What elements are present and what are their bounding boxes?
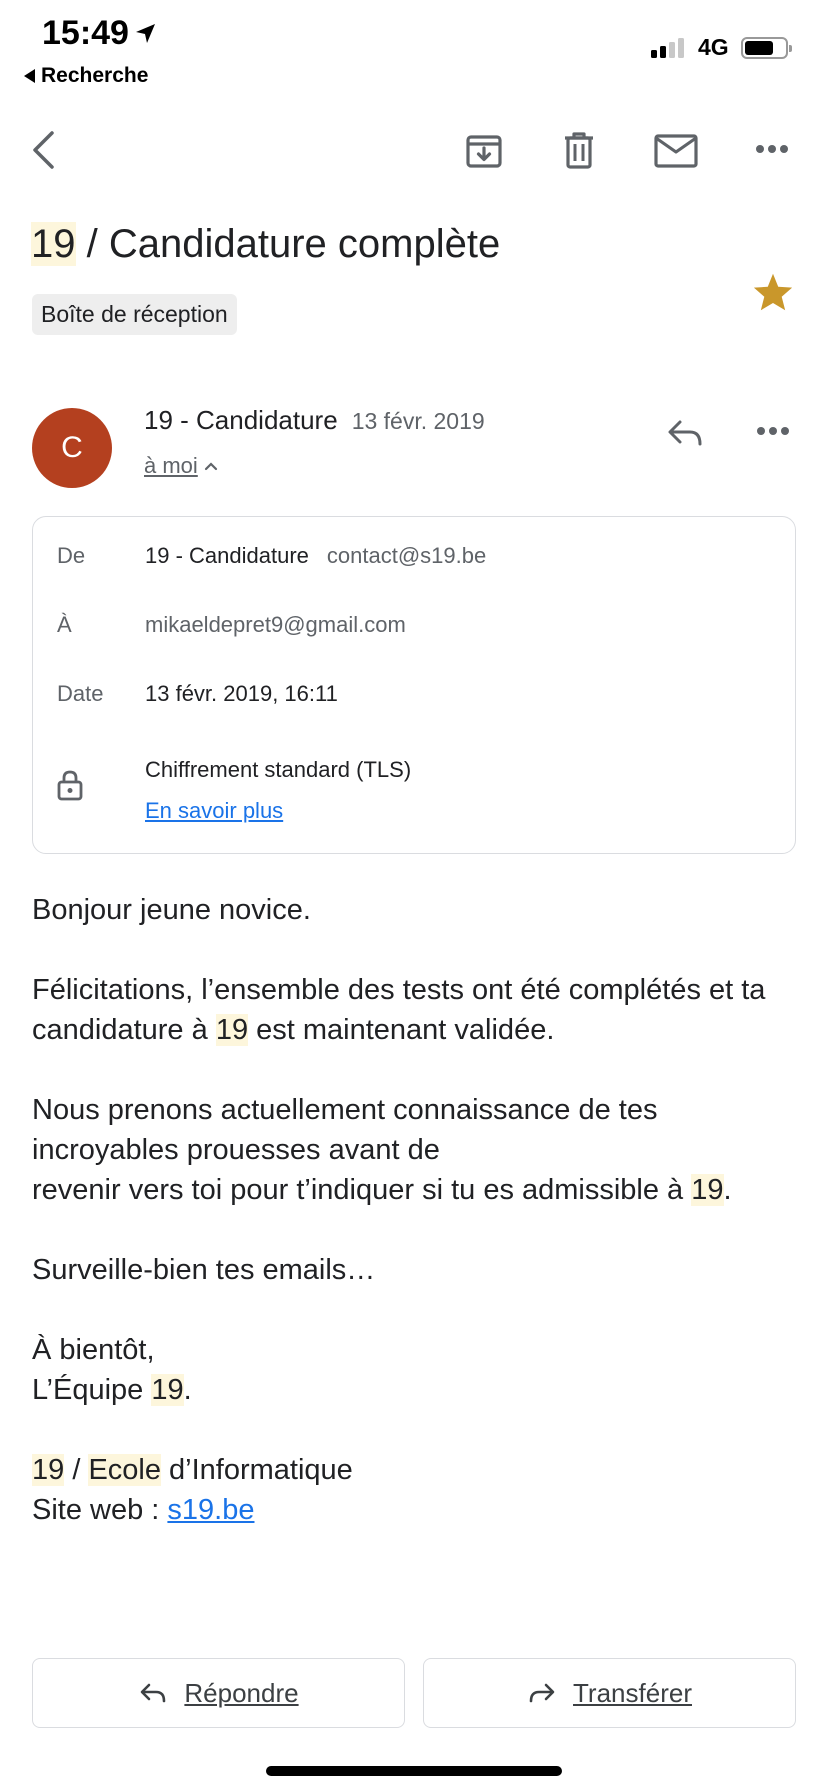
location-arrow-icon <box>134 22 158 46</box>
email-date: 13 févr. 2019 <box>351 408 485 434</box>
signal-icon <box>651 38 684 58</box>
encryption-text: Chiffrement standard (TLS) <box>145 757 412 782</box>
body-paragraph-3: Nous prenons actuellement connaissance d… <box>32 1090 802 1210</box>
p3-text-b: revenir vers toi pour t’indiquer si tu e… <box>32 1174 692 1206</box>
trash-icon[interactable] <box>562 130 596 170</box>
back-triangle-icon <box>24 69 35 83</box>
body-paragraph-2: Félicitations, l’ensemble des tests ont … <box>32 970 802 1050</box>
forward-button[interactable]: Transférer <box>423 1658 796 1728</box>
from-email[interactable]: contact@s19.be <box>327 543 486 568</box>
to-me-label: à moi <box>144 453 198 478</box>
from-label: De <box>57 543 86 568</box>
from-value: 19 - Candidature contact@s19.be <box>145 543 486 569</box>
footer-highlight-19: 19 <box>32 1454 65 1486</box>
signature-dot: . <box>183 1374 192 1406</box>
status-time: 15:49 <box>42 14 129 52</box>
chevron-up-icon <box>204 462 217 471</box>
signature-team: L’Équipe <box>32 1374 152 1406</box>
forward-label: Transférer <box>573 1677 692 1708</box>
learn-more-link[interactable]: En savoir plus <box>145 798 283 824</box>
reply-small-icon <box>141 1683 166 1703</box>
sender-name: 19 - Candidature <box>144 405 338 435</box>
email-body: Bonjour jeune novice. Félicitations, l’e… <box>32 890 802 1570</box>
mail-icon[interactable] <box>654 134 698 168</box>
to-label: À <box>57 612 72 637</box>
body-greeting: Bonjour jeune novice. <box>32 894 311 926</box>
body-signature: À bientôt, L’Équipe 19. <box>32 1330 802 1410</box>
p3-highlight: 19 <box>691 1174 724 1206</box>
inbox-label-chip[interactable]: Boîte de réception <box>32 294 237 335</box>
signature-highlight: 19 <box>151 1374 184 1406</box>
reply-icon[interactable] <box>666 418 704 448</box>
back-app-label: Recherche <box>41 64 149 87</box>
footer-rest: d’Informatique <box>160 1454 353 1486</box>
p2-highlight: 19 <box>215 1014 249 1046</box>
date-value: 13 févr. 2019, 16:11 <box>145 681 338 706</box>
sender-line: 19 - Candidature 13 févr. 2019 <box>144 405 485 436</box>
recipient-toggle[interactable]: à moi <box>144 453 218 479</box>
from-name: 19 - Candidature <box>145 543 309 568</box>
star-icon[interactable] <box>752 272 794 312</box>
network-type: 4G <box>698 34 729 60</box>
body-paragraph-4: Surveille-bien tes emails… <box>32 1254 376 1286</box>
lock-icon <box>57 769 83 801</box>
site-link[interactable]: s19.be <box>167 1494 254 1526</box>
p3-text-a: Nous prenons actuellement connaissance d… <box>32 1094 658 1166</box>
footer-sep: / <box>64 1454 89 1486</box>
subject-highlight: 19 <box>31 222 76 266</box>
reply-button[interactable]: Répondre <box>32 1658 405 1728</box>
battery-icon <box>741 37 792 59</box>
sender-avatar: C <box>32 408 112 488</box>
subject-text: / Candidature complète <box>75 222 501 266</box>
email-details-card: De 19 - Candidature contact@s19.be À mika… <box>32 516 796 854</box>
message-more-icon[interactable] <box>756 426 790 436</box>
to-email[interactable]: mikaeldepret9@gmail.com <box>145 612 406 638</box>
date-label: Date <box>57 681 104 706</box>
p3-text-c: . <box>723 1174 732 1206</box>
footer-highlight-ecole: Ecole <box>88 1454 161 1486</box>
home-indicator[interactable] <box>266 1766 562 1776</box>
back-arrow-icon[interactable] <box>30 130 56 170</box>
forward-icon <box>529 1683 555 1703</box>
more-options-icon[interactable] <box>755 144 789 154</box>
site-label: Site web : <box>32 1494 168 1526</box>
back-to-app-link[interactable]: Recherche <box>24 64 148 88</box>
archive-icon[interactable] <box>465 132 503 170</box>
email-subject: 19 / Candidature complète <box>31 222 500 267</box>
body-footer: 19 / Ecole d’Informatique Site web : s19.… <box>32 1450 802 1530</box>
signature-line-1: À bientôt, <box>32 1334 155 1366</box>
p2-text-b: est maintenant validée. <box>248 1014 555 1046</box>
reply-label: Répondre <box>184 1677 299 1708</box>
